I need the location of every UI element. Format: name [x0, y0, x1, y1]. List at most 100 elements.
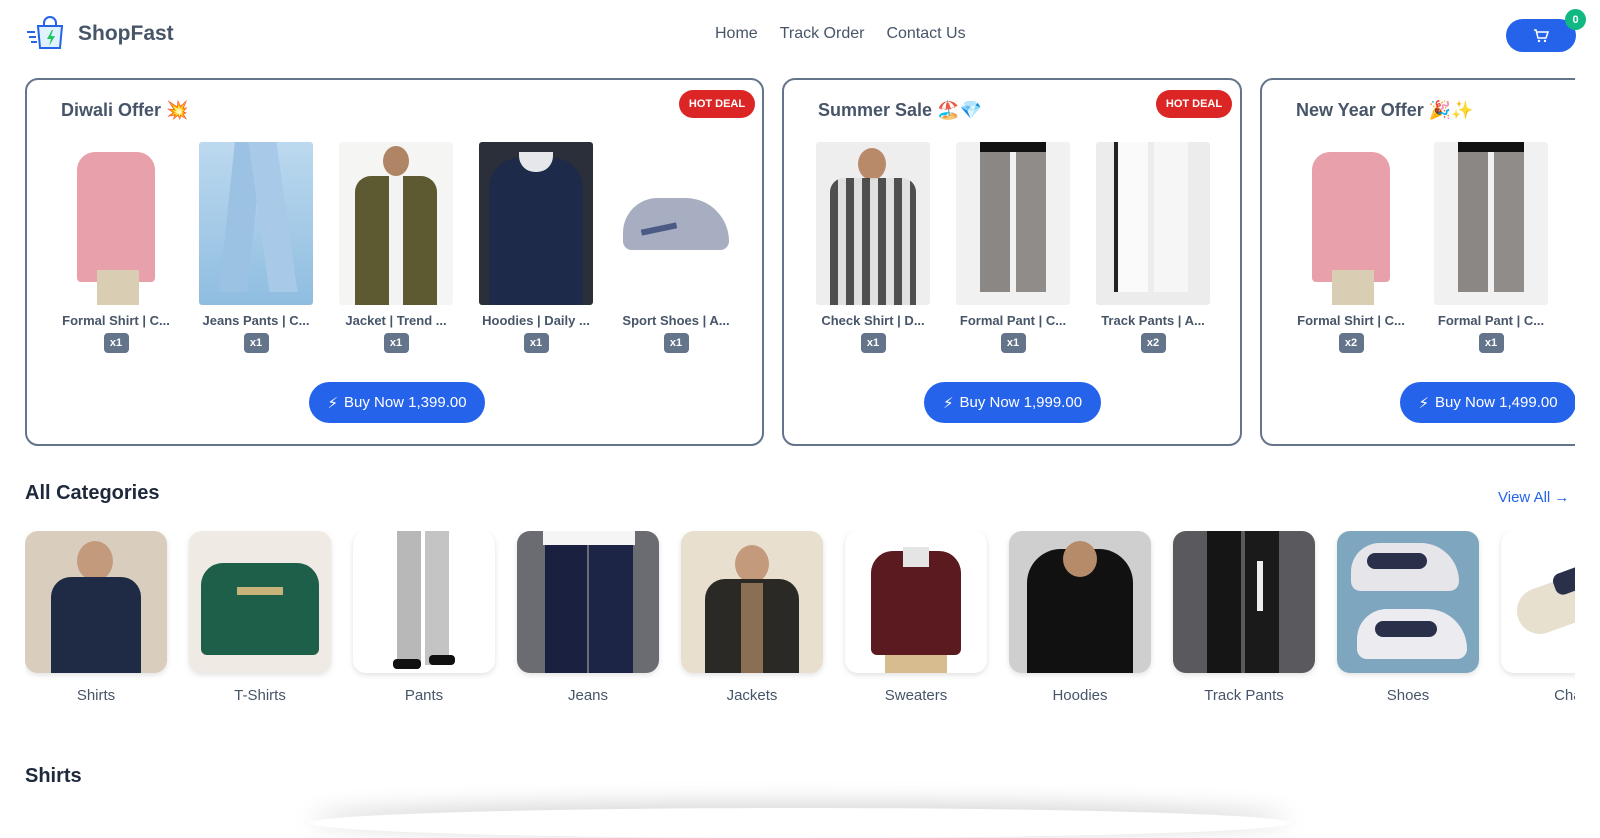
- offer-product[interactable]: Sport Shoes | A... x1: [619, 142, 733, 353]
- offer-product[interactable]: Check Shirt | D... x1: [816, 142, 930, 353]
- offer-product[interactable]: Jeans Pants | C... x1: [199, 142, 313, 353]
- category-label: Track Pants: [1204, 687, 1284, 704]
- quantity-badge: x1: [1478, 333, 1504, 353]
- bolt-icon: ⚡: [1418, 394, 1429, 412]
- product-name: Formal Shirt | C...: [62, 313, 170, 328]
- quantity-badge: x2: [1338, 333, 1364, 353]
- product-image-white-track-pants: [1096, 142, 1210, 305]
- offer-products: Formal Shirt | C... x1 Jeans Pants | C..…: [59, 142, 733, 353]
- product-name: Hoodies | Daily ...: [482, 313, 590, 328]
- brand-logo[interactable]: ShopFast: [26, 16, 174, 52]
- buy-now-button[interactable]: ⚡ Buy Now 1,999.00: [924, 382, 1101, 423]
- offer-product[interactable]: Formal Pant | C... x1: [956, 142, 1070, 353]
- product-name: Track Pants | A...: [1101, 313, 1205, 328]
- hot-deal-badge: HOT DEAL: [679, 90, 755, 118]
- category-item-shirts[interactable]: Shirts: [25, 531, 167, 704]
- quantity-badge: x1: [860, 333, 886, 353]
- category-item-sweaters[interactable]: Sweaters: [845, 531, 987, 704]
- quantity-badge: x1: [1000, 333, 1026, 353]
- product-image-grey-pant: [956, 142, 1070, 305]
- offer-card-new-year: New Year Offer 🎉✨ Formal Shirt | C... x2…: [1260, 78, 1575, 446]
- categories-heading: All Categories: [25, 482, 160, 504]
- category-label: Sweaters: [884, 687, 948, 704]
- quantity-badge: x1: [663, 333, 689, 353]
- offer-products: Check Shirt | D... x1 Formal Pant | C...…: [816, 142, 1210, 353]
- category-image: [845, 531, 987, 673]
- main-nav: Home Track Order Contact Us: [715, 25, 966, 43]
- product-image-check-shirt: [816, 142, 930, 305]
- category-label: Pants: [404, 687, 444, 704]
- cart-count-badge: 0: [1565, 9, 1586, 30]
- offer-product[interactable]: Jacket | Trend ... x1: [339, 142, 453, 353]
- categories-row[interactable]: Shirts T-Shirts Pants Jeans Jackets Swea…: [25, 531, 1575, 711]
- quantity-badge: x1: [243, 333, 269, 353]
- offer-product[interactable]: Formal Shirt | C... x1: [59, 142, 173, 353]
- product-image-pink-shirt: [59, 142, 173, 305]
- product-name: Jacket | Trend ...: [345, 313, 447, 328]
- nav-home-link[interactable]: Home: [715, 25, 758, 43]
- bolt-icon: ⚡: [942, 394, 954, 412]
- category-image: [1009, 531, 1151, 673]
- product-image-sport-shoes: [619, 142, 733, 305]
- offer-product[interactable]: Formal Shirt | C... x2: [1294, 142, 1408, 353]
- product-name: Formal Shirt | C...: [1297, 313, 1405, 328]
- offers-carousel[interactable]: Diwali Offer 💥 HOT DEAL Formal Shirt | C…: [25, 78, 1575, 446]
- buy-now-label: Buy Now 1,399.00: [343, 394, 467, 411]
- quantity-badge: x1: [523, 333, 549, 353]
- category-item-track-pants[interactable]: Track Pants: [1173, 531, 1315, 704]
- product-name: Formal Pant | C...: [959, 313, 1067, 328]
- offer-card-diwali: Diwali Offer 💥 HOT DEAL Formal Shirt | C…: [25, 78, 764, 446]
- category-label: Shoes: [1386, 687, 1430, 704]
- view-all-link[interactable]: View All →: [1498, 489, 1569, 506]
- category-image: [517, 531, 659, 673]
- hot-deal-badge: HOT DEAL: [1156, 90, 1232, 118]
- category-item-pants[interactable]: Pants: [353, 531, 495, 704]
- offer-title: Summer Sale 🏖️💎: [818, 100, 982, 120]
- category-image: [681, 531, 823, 673]
- product-image-jeans: [199, 142, 313, 305]
- site-header: ShopFast Home Track Order Contact Us 0: [0, 0, 1600, 70]
- offer-card-summer: Summer Sale 🏖️💎 HOT DEAL Check Shirt | D…: [782, 78, 1242, 446]
- nav-track-order-link[interactable]: Track Order: [780, 25, 865, 43]
- category-label: Hoodies: [1052, 687, 1108, 704]
- product-name: Formal Pant | C...: [1437, 313, 1545, 328]
- category-item-hoodies[interactable]: Hoodies: [1009, 531, 1151, 704]
- offer-products: Formal Shirt | C... x2 Formal Pant | C..…: [1294, 142, 1548, 353]
- offer-title: New Year Offer 🎉✨: [1296, 100, 1474, 120]
- category-image: [189, 531, 331, 673]
- category-item-chappals[interactable]: Chap: [1501, 531, 1575, 704]
- category-item-jeans[interactable]: Jeans: [517, 531, 659, 704]
- quantity-badge: x1: [103, 333, 129, 353]
- product-name: Jeans Pants | C...: [202, 313, 310, 328]
- category-image: [25, 531, 167, 673]
- product-name: Check Shirt | D...: [821, 313, 925, 328]
- category-item-tshirts[interactable]: T-Shirts: [189, 531, 331, 704]
- category-item-shoes[interactable]: Shoes: [1337, 531, 1479, 704]
- product-image-pink-shirt: [1294, 142, 1408, 305]
- offer-product[interactable]: Track Pants | A... x2: [1096, 142, 1210, 353]
- nav-contact-link[interactable]: Contact Us: [886, 25, 965, 43]
- shirts-heading: Shirts: [25, 765, 82, 787]
- category-label: T-Shirts: [234, 687, 286, 704]
- bolt-icon: ⚡: [327, 394, 338, 412]
- brand-name: ShopFast: [78, 22, 174, 45]
- category-image: [1501, 531, 1575, 673]
- category-image: [353, 531, 495, 673]
- buy-now-button[interactable]: ⚡ Buy Now 1,499.00: [1400, 382, 1575, 423]
- offer-product[interactable]: Formal Pant | C... x1: [1434, 142, 1548, 353]
- category-label: Jeans: [567, 687, 609, 704]
- offer-product[interactable]: Hoodies | Daily ... x1: [479, 142, 593, 353]
- category-label: Jackets: [726, 687, 778, 704]
- quantity-badge: x1: [383, 333, 409, 353]
- category-item-jackets[interactable]: Jackets: [681, 531, 823, 704]
- cart-icon: [1534, 28, 1549, 42]
- category-label: Shirts: [76, 687, 116, 704]
- product-image-navy-hoodie: [479, 142, 593, 305]
- buy-now-label: Buy Now 1,499.00: [1434, 394, 1558, 411]
- buy-now-button[interactable]: ⚡ Buy Now 1,399.00: [309, 382, 485, 423]
- product-image-olive-jacket: [339, 142, 453, 305]
- category-label: Chap: [1554, 687, 1575, 704]
- product-shelf-edge: [310, 808, 1290, 838]
- category-image: [1337, 531, 1479, 673]
- shopping-bag-bolt-icon: [27, 16, 64, 49]
